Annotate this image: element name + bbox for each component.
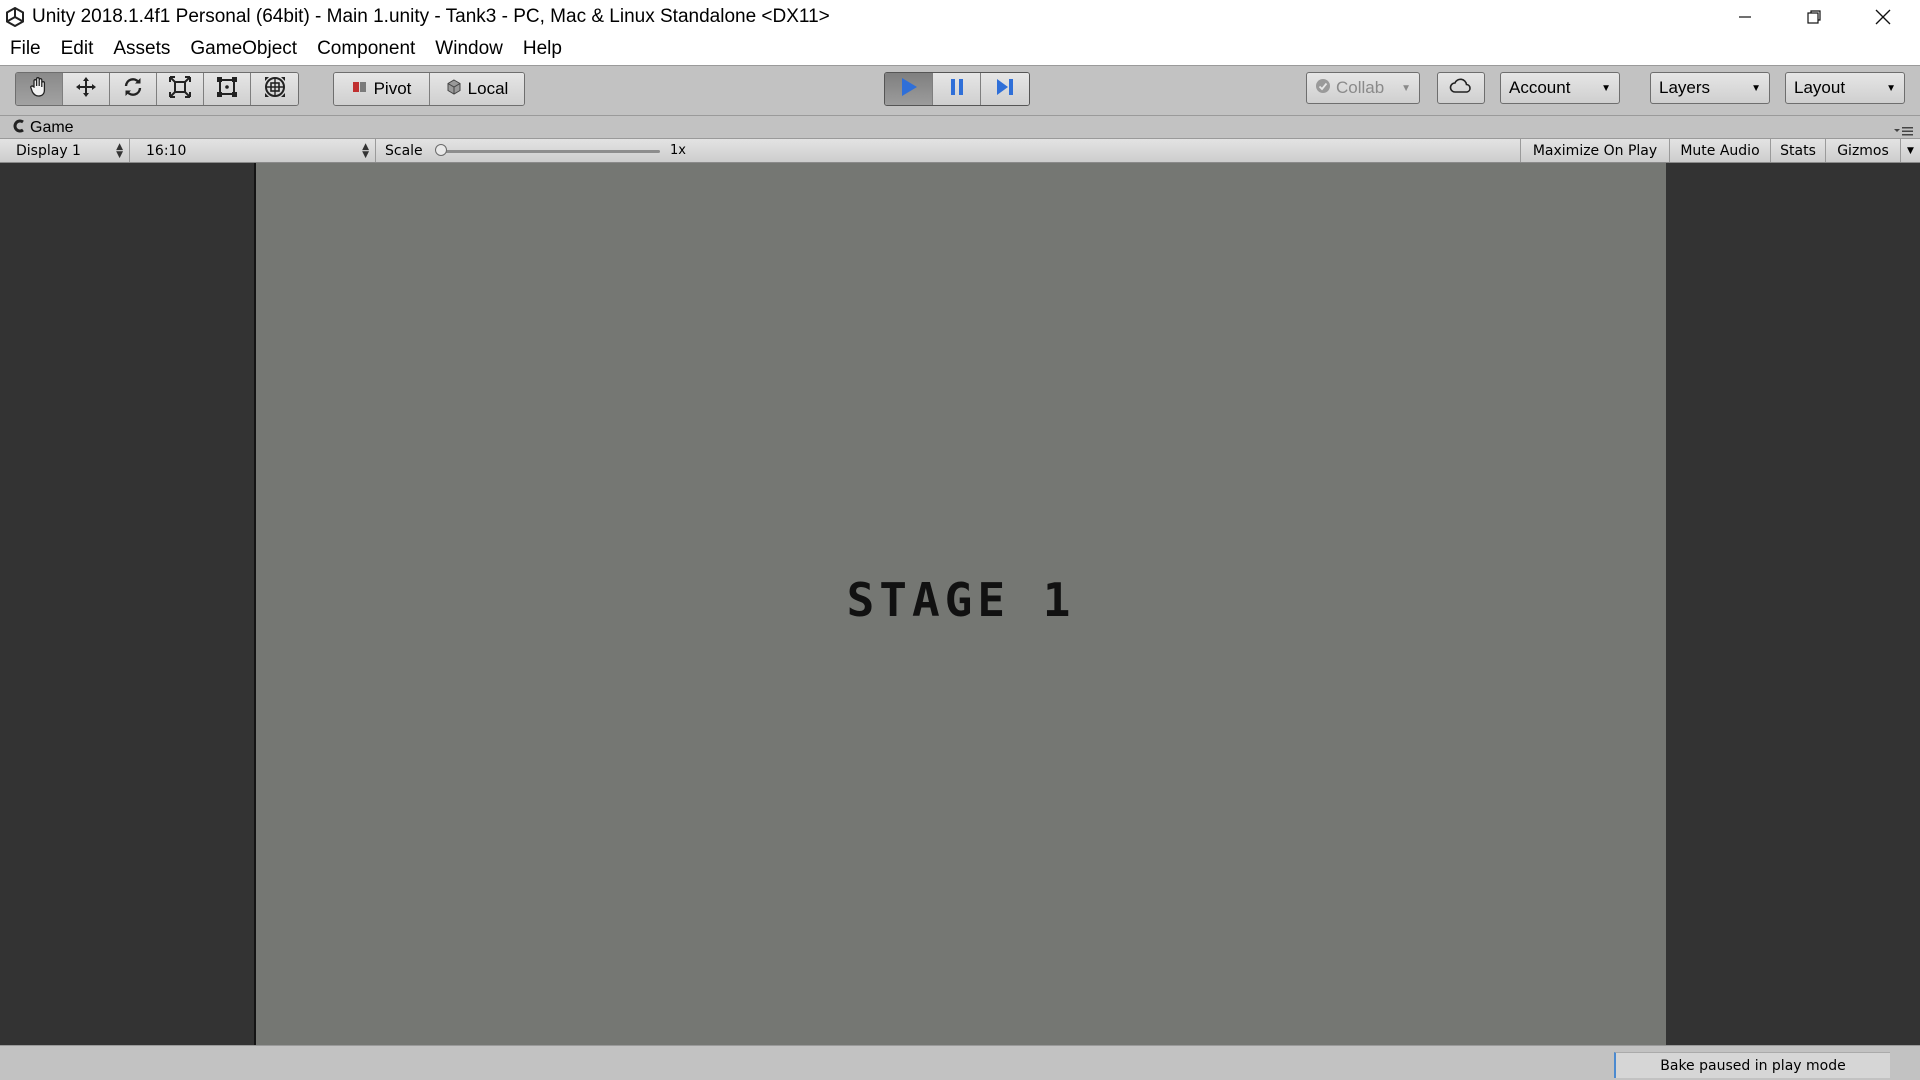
step-button[interactable] [981,73,1029,105]
menu-gameobject[interactable]: GameObject [180,33,307,65]
hand-tool-button[interactable] [16,73,63,105]
stats-toggle[interactable]: Stats [1770,139,1825,162]
cloud-button[interactable] [1437,72,1485,104]
menu-component[interactable]: Component [307,33,425,65]
maximize-label: Maximize On Play [1532,142,1658,159]
move-icon [74,75,98,103]
main-toolbar: Pivot Local Collab ▼ Account ▼ Layers ▼ … [0,65,1920,116]
play-icon [898,76,920,102]
local-button[interactable]: Local [430,73,524,105]
updown-arrows-icon: ▲ ▼ [362,141,369,160]
scale-label: Scale [385,142,423,159]
scale-tool-button[interactable] [157,73,204,105]
restore-icon [1806,9,1822,25]
chevron-down-icon: ▼ [1401,82,1411,94]
scale-icon [168,75,192,103]
scale-slider-handle[interactable] [435,144,447,156]
display-label: Display 1 [16,142,81,159]
chevron-down-icon: ▼ [1601,82,1611,94]
layout-dropdown[interactable]: Layout ▼ [1785,72,1905,104]
game-screen[interactable]: STAGE 1 [254,163,1666,1045]
close-button[interactable] [1848,0,1918,33]
game-icon [12,119,26,138]
rect-tool-button[interactable] [204,73,251,105]
rotate-icon [121,75,145,103]
scale-slider-track[interactable] [442,150,660,153]
cube-icon [446,78,462,100]
layers-label: Layers [1659,78,1711,97]
collab-label: Collab [1336,78,1385,97]
pivot-icon [352,79,368,99]
unity-logo-icon [2,4,28,30]
cloud-icon [1449,77,1473,100]
stage-title: STAGE 1 [256,163,1666,1045]
minimize-button[interactable] [1710,0,1780,33]
scale-value: 1x [670,139,710,162]
stage-text: STAGE 1 [846,573,1076,627]
menu-file[interactable]: File [0,33,51,65]
mute-audio-toggle[interactable]: Mute Audio [1669,139,1770,162]
updown-arrows-icon: ▲ ▼ [116,141,123,160]
account-label: Account [1509,78,1571,97]
layers-dropdown[interactable]: Layers ▼ [1650,72,1770,104]
gizmos-label: Gizmos [1837,142,1889,159]
rotate-tool-button[interactable] [110,73,157,105]
menu-help[interactable]: Help [513,33,572,65]
transform-icon [263,75,287,103]
chevron-down-icon: ▼ [1886,82,1896,94]
playback-controls [884,72,1030,106]
transform-tools [15,72,299,106]
gizmos-toggle[interactable]: Gizmos [1825,139,1900,162]
account-dropdown[interactable]: Account ▼ [1500,72,1620,104]
window-title: Unity 2018.1.4f1 Personal (64bit) - Main… [32,5,830,27]
close-icon [1875,9,1891,25]
game-tab-label: Game [30,119,74,136]
menu-bar: File Edit Assets GameObject Component Wi… [0,33,1920,65]
collab-dropdown[interactable]: Collab ▼ [1306,72,1420,104]
game-tab[interactable]: Game [8,117,82,139]
menu-assets[interactable]: Assets [103,33,180,65]
aspect-label: 16:10 [146,142,187,159]
scale-caption: Scale [385,139,435,162]
stats-label: Stats [1780,142,1816,159]
play-button[interactable] [885,73,933,105]
display-select[interactable]: Display 1 ▲ ▼ [0,139,130,162]
hand-icon [27,75,51,103]
restore-button[interactable] [1779,0,1849,33]
local-label: Local [467,79,509,98]
status-badge[interactable]: Bake paused in play mode [1614,1052,1890,1078]
check-icon [1315,78,1331,99]
panel-tab-bar: Game [0,115,1920,139]
pause-button[interactable] [933,73,981,105]
menu-window[interactable]: Window [425,33,513,65]
pivot-label: Pivot [373,79,412,98]
layout-label: Layout [1794,78,1846,97]
pivot-local-group: Pivot Local [333,72,525,106]
mute-label: Mute Audio [1680,142,1760,159]
move-tool-button[interactable] [63,73,110,105]
pivot-button[interactable]: Pivot [334,73,430,105]
step-icon [994,76,1016,102]
minimize-icon [1738,10,1752,24]
rect-icon [215,75,239,103]
game-view-toolbar: Display 1 ▲ ▼ 16:10 ▲ ▼ Scale 1x Maximize … [0,138,1920,163]
gizmos-dropdown[interactable]: ▼ [1900,139,1920,162]
scale-value-label: 1x [670,143,686,158]
menu-edit[interactable]: Edit [51,33,104,65]
transform-tool-button[interactable] [251,73,298,105]
status-bar: Bake paused in play mode [0,1045,1920,1080]
maximize-on-play-toggle[interactable]: Maximize On Play [1520,139,1669,162]
pause-icon [946,76,968,102]
status-message: Bake paused in play mode [1660,1057,1846,1074]
aspect-select[interactable]: 16:10 ▲ ▼ [136,139,376,162]
chevron-down-icon: ▼ [1907,145,1914,156]
game-view[interactable]: STAGE 1 [0,163,1920,1045]
chevron-down-icon: ▼ [1751,82,1761,94]
title-bar: Unity 2018.1.4f1 Personal (64bit) - Main… [0,0,1920,33]
